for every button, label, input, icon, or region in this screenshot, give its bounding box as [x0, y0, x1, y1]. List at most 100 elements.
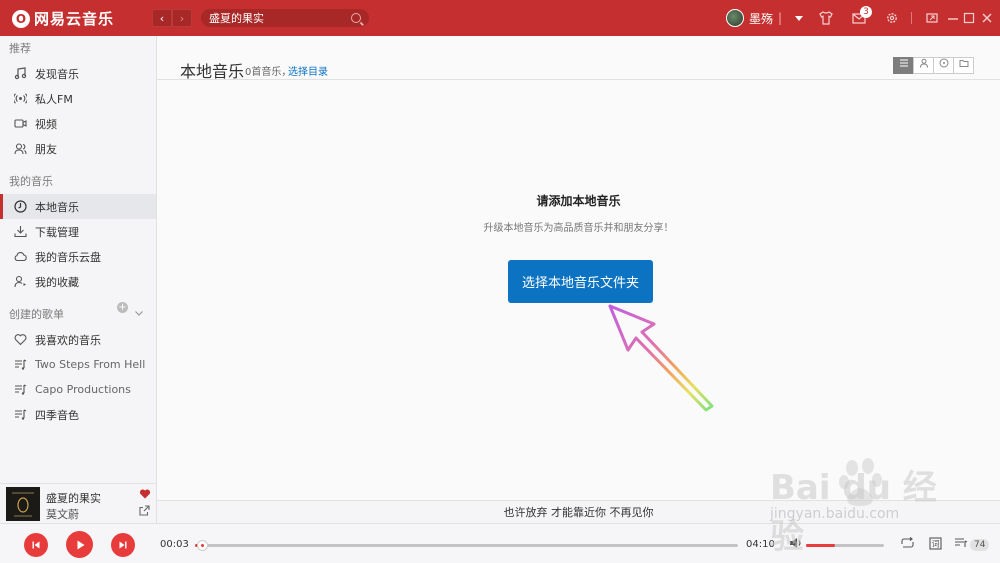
mini-mode-icon[interactable]	[925, 11, 939, 25]
sidebar-item-label: 发现音乐	[35, 67, 79, 81]
album-cover[interactable]	[6, 487, 40, 521]
app-name: 网易云音乐	[34, 10, 115, 28]
album-art-icon	[6, 487, 40, 521]
sidebar-item-video[interactable]: 视频	[0, 111, 156, 136]
close-icon[interactable]	[980, 11, 994, 25]
now-playing-artist[interactable]: 莫文蔚	[46, 506, 79, 522]
song-count: 0首音乐，	[245, 67, 292, 78]
history-nav: ‹ ›	[152, 9, 192, 27]
collapse-chevron-icon[interactable]	[134, 302, 144, 327]
gear-icon	[887, 13, 897, 23]
folder-view-button[interactable]	[953, 57, 974, 74]
skin-icon[interactable]	[819, 11, 833, 25]
user-menu[interactable]: 墨殇 |	[726, 9, 804, 27]
sidebar-item-discover[interactable]: 发现音乐	[0, 61, 156, 86]
sidebar-item-label: Two Steps From Hell	[35, 358, 146, 371]
album-view-button[interactable]	[933, 57, 954, 74]
playlist-tools: +	[117, 302, 144, 327]
user-separator: |	[778, 11, 783, 25]
back-button[interactable]: ‹	[152, 9, 172, 27]
title-bar: O 网易云音乐 ‹ › 盛夏的果实 墨殇 | 3	[0, 0, 1000, 36]
chevron-down-icon[interactable]	[795, 15, 804, 21]
sidebar-item-favorites[interactable]: 我的收藏	[0, 269, 156, 294]
list-view-button[interactable]	[893, 57, 914, 74]
minimize-line-icon	[948, 18, 958, 20]
sidebar-section-my-music: 我的音乐	[9, 175, 53, 188]
avatar[interactable]	[726, 9, 744, 27]
friends-icon	[14, 142, 27, 155]
sidebar-item-fm[interactable]: 私人FM	[0, 86, 156, 111]
username[interactable]: 墨殇	[749, 10, 773, 27]
progress-knob[interactable]	[196, 540, 208, 551]
settings-gear-icon[interactable]	[885, 11, 899, 25]
search-input-value[interactable]: 盛夏的果实	[209, 10, 351, 26]
minimize-icon[interactable]	[946, 11, 960, 25]
mini-window-icon	[926, 13, 938, 23]
main-content: 本地音乐 0首音乐， 选择目录 请添加本地音乐 升级本地音乐为高品质音乐并和朋友…	[157, 36, 1000, 500]
maximize-icon[interactable]	[962, 11, 976, 25]
forward-button[interactable]: ›	[172, 9, 192, 27]
sidebar-item-friends[interactable]: 朋友	[0, 136, 156, 161]
folder-icon	[959, 60, 968, 67]
sidebar: 推荐 发现音乐 私人FM 视频 朋友 我的音乐 本地音乐 下载管理 我的音乐云盘…	[0, 36, 157, 483]
sidebar-item-playlist[interactable]: Capo Productions	[0, 377, 156, 402]
next-button[interactable]	[111, 533, 135, 557]
sidebar-item-label: 朋友	[35, 142, 57, 156]
sidebar-section-created-label: 创建的歌单	[9, 308, 64, 321]
previous-button[interactable]	[24, 533, 48, 557]
search-icon[interactable]	[351, 13, 361, 23]
playlist-icon	[14, 383, 27, 396]
next-icon	[119, 541, 127, 549]
sidebar-item-label: 视频	[35, 117, 57, 131]
sidebar-item-label: 私人FM	[35, 92, 73, 106]
app-logo[interactable]: O 网易云音乐	[12, 8, 114, 29]
like-heart-icon[interactable]	[139, 488, 151, 503]
progress-bar[interactable]	[195, 540, 738, 551]
download-icon	[14, 225, 27, 238]
sidebar-item-liked-songs[interactable]: 我喜欢的音乐	[0, 327, 156, 352]
sidebar-item-label: 我喜欢的音乐	[35, 333, 101, 347]
music-note-icon	[14, 67, 27, 80]
disc-icon	[939, 58, 948, 68]
current-time: 00:03	[160, 539, 189, 550]
add-playlist-icon[interactable]: +	[117, 302, 128, 313]
sidebar-section-recommend: 推荐	[9, 42, 31, 55]
person-icon	[919, 58, 928, 68]
sidebar-item-local-music[interactable]: 本地音乐	[0, 194, 156, 219]
page-title: 本地音乐	[180, 62, 245, 81]
share-icon[interactable]	[139, 505, 150, 519]
tshirt-icon	[819, 11, 833, 25]
sidebar-item-label: Capo Productions	[35, 383, 131, 396]
maximize-square-icon	[963, 12, 975, 24]
search-input[interactable]: 盛夏的果实	[201, 9, 369, 27]
sidebar-section-created: 创建的歌单 +	[0, 302, 156, 327]
empty-state-subtitle: 升级本地音乐为高品质音乐并和朋友分享！	[483, 223, 674, 234]
now-playing-panel[interactable]: 盛夏的果实 莫文蔚	[0, 483, 157, 523]
playlist-count-badge: 74	[970, 539, 990, 551]
sidebar-item-label: 下载管理	[35, 225, 79, 239]
baidu-jingyan-watermark: Bai du 经验 jingyan.baidu.com	[760, 452, 960, 557]
sidebar-item-label: 本地音乐	[35, 200, 79, 214]
artist-view-button[interactable]	[913, 57, 934, 74]
play-button[interactable]	[66, 531, 93, 558]
radio-icon	[13, 92, 28, 105]
netease-logo-icon: O	[12, 9, 30, 28]
sidebar-item-downloads[interactable]: 下载管理	[0, 219, 156, 244]
now-playing-title[interactable]: 盛夏的果实	[46, 490, 101, 506]
choose-local-folder-button[interactable]: 选择本地音乐文件夹	[508, 260, 653, 303]
sidebar-item-playlist[interactable]: 四季音色	[0, 402, 156, 427]
heart-outline-icon	[14, 333, 27, 346]
main-header: 本地音乐 0首音乐， 选择目录	[157, 36, 1000, 81]
playlist-icon	[14, 358, 27, 371]
cloud-icon	[14, 250, 27, 263]
select-directory-link[interactable]: 选择目录	[288, 63, 328, 78]
sidebar-item-label: 我的收藏	[35, 275, 79, 289]
video-icon	[14, 117, 27, 130]
mail-badge: 3	[860, 6, 872, 18]
annotation-arrow-icon	[608, 304, 714, 412]
sidebar-item-label: 我的音乐云盘	[35, 250, 101, 264]
sidebar-item-playlist[interactable]: Two Steps From Hell	[0, 352, 156, 377]
sidebar-item-cloud[interactable]: 我的音乐云盘	[0, 244, 156, 269]
empty-state-title: 请添加本地音乐	[536, 194, 621, 208]
sidebar-item-label: 四季音色	[35, 408, 79, 422]
